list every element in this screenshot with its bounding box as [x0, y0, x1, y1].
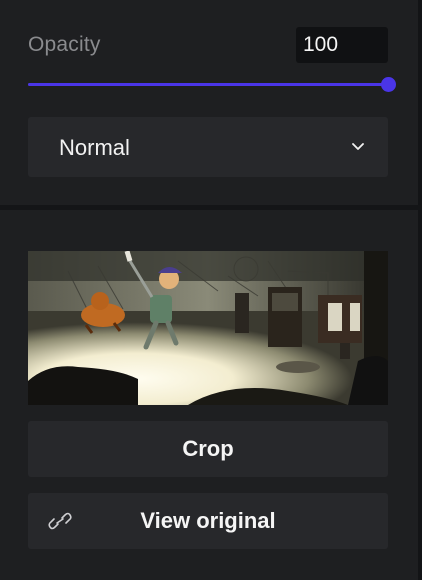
section-divider — [0, 205, 422, 210]
view-original-label: View original — [140, 508, 276, 533]
opacity-slider[interactable] — [28, 76, 396, 94]
panel-edge — [418, 0, 422, 580]
image-thumbnail[interactable] — [28, 251, 388, 405]
crop-button-label: Crop — [182, 436, 234, 461]
crop-button[interactable]: Crop — [28, 421, 388, 477]
opacity-label: Opacity — [28, 33, 101, 56]
link-icon — [48, 512, 72, 530]
view-original-button[interactable]: View original — [28, 493, 388, 549]
chevron-down-icon — [352, 143, 364, 150]
blend-mode-value: Normal — [59, 135, 130, 160]
blend-mode-select[interactable]: Normal — [28, 117, 388, 177]
thumbnail-illustration — [28, 251, 388, 405]
slider-fill — [28, 83, 388, 86]
slider-thumb[interactable] — [381, 77, 396, 92]
layer-properties-panel: Opacity 100 Normal Crop View original — [0, 0, 422, 580]
opacity-input[interactable]: 100 — [296, 27, 388, 63]
